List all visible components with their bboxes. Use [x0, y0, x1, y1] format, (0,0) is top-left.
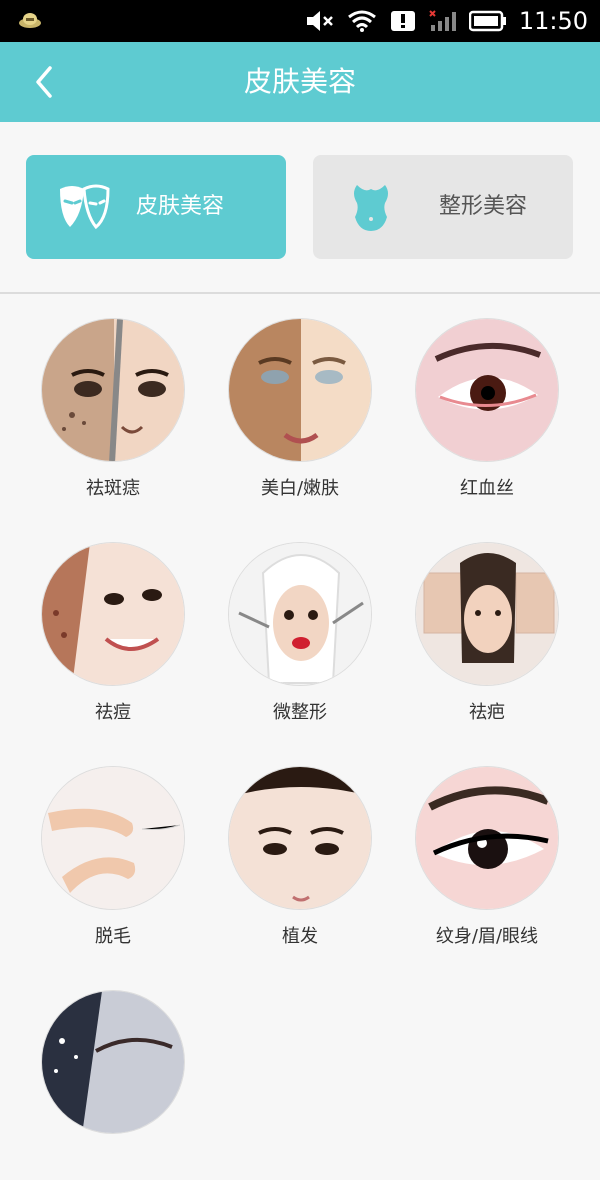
category-item[interactable]: 植发 — [210, 766, 390, 956]
eye-red-image — [415, 318, 559, 462]
signal-icon — [429, 10, 456, 31]
face-acne-image — [41, 542, 185, 686]
hairline-image — [228, 766, 372, 910]
category-item[interactable] — [23, 990, 203, 1180]
tab-label: 整形美容 — [439, 194, 528, 219]
category-item[interactable]: 祛痘 — [23, 542, 203, 732]
category-tabs: 皮肤美容 整形美容 — [26, 155, 574, 259]
face-surgery-image — [228, 542, 372, 686]
app-bar: 皮肤美容 — [0, 42, 600, 122]
torso-icon — [354, 185, 388, 231]
category-item[interactable]: 祛疤 — [397, 542, 577, 732]
category-item[interactable]: 微整形 — [210, 542, 390, 732]
eye-liner-image — [415, 766, 559, 910]
category-item[interactable]: 美白/嫩肤 — [210, 318, 390, 508]
status-bar: 11:50 — [0, 0, 600, 42]
legs-image — [41, 766, 185, 910]
divider — [0, 292, 600, 294]
tab-plastic-surgery[interactable]: 整形美容 — [313, 155, 573, 259]
category-label: 祛痘 — [95, 702, 131, 723]
tab-skin-beauty[interactable]: 皮肤美容 — [26, 155, 286, 259]
category-label: 植发 — [282, 926, 318, 947]
face-scar-image — [415, 542, 559, 686]
alert-icon — [390, 11, 415, 31]
tab-label: 皮肤美容 — [136, 194, 225, 219]
battery-icon — [468, 10, 506, 32]
mute-icon — [306, 11, 333, 31]
category-label: 脱毛 — [95, 926, 131, 947]
eye-art-image — [41, 990, 185, 1134]
category-item[interactable]: 祛斑痣 — [23, 318, 203, 508]
category-label: 祛疤 — [469, 702, 505, 723]
category-item[interactable]: 脱毛 — [23, 766, 203, 956]
category-label: 祛斑痣 — [86, 478, 140, 499]
category-label: 红血丝 — [460, 478, 514, 499]
wifi-icon — [347, 10, 376, 32]
status-time: 11:50 — [518, 7, 588, 35]
face-split-image — [228, 318, 372, 462]
app-notification-icon — [19, 13, 41, 28]
mask-icon — [60, 184, 110, 230]
category-item[interactable]: 纹身/眉/眼线 — [397, 766, 577, 956]
category-label: 美白/嫩肤 — [260, 478, 340, 499]
category-label: 纹身/眉/眼线 — [435, 926, 539, 947]
category-item[interactable]: 红血丝 — [397, 318, 577, 508]
category-label: 微整形 — [273, 702, 327, 723]
page-title: 皮肤美容 — [243, 65, 356, 98]
face-zipper-image — [41, 318, 185, 462]
